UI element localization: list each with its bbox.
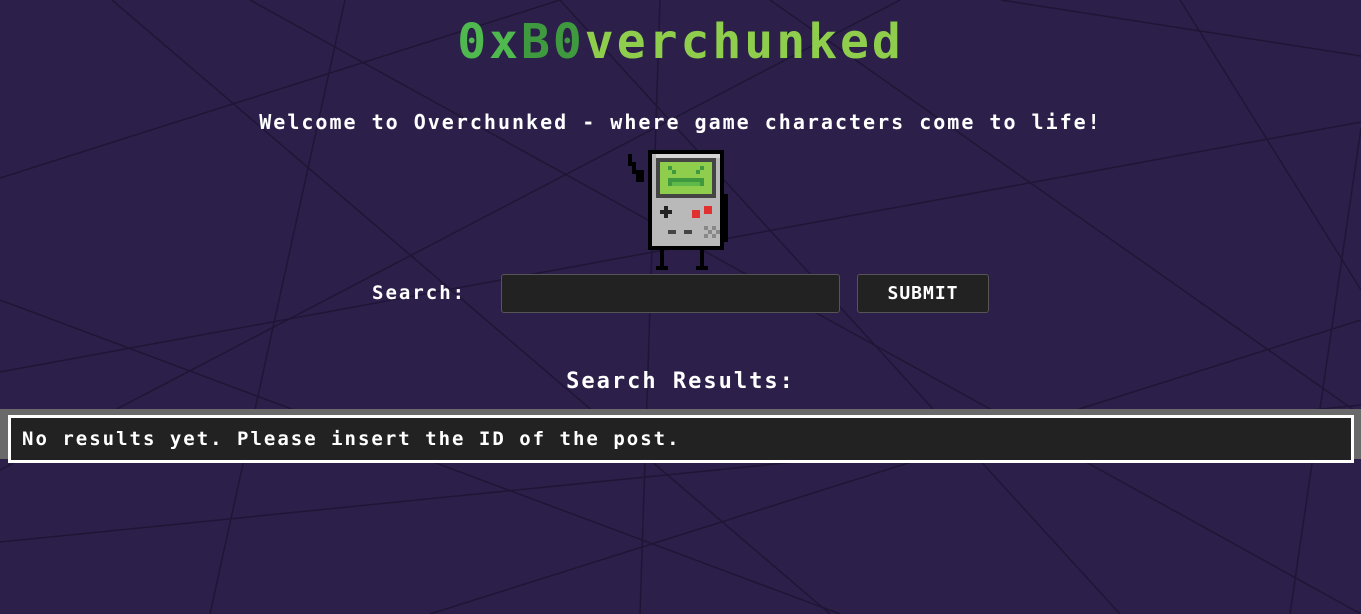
search-label: Search: bbox=[372, 282, 467, 304]
gameboy-mascot-icon bbox=[628, 150, 728, 270]
submit-button[interactable]: SUBMIT bbox=[857, 274, 989, 313]
title-part-3: verchunked bbox=[584, 14, 904, 70]
welcome-text: Welcome to Overchunked - where game char… bbox=[259, 110, 1102, 134]
search-form: Search: SUBMIT bbox=[0, 274, 1361, 314]
results-message: No results yet. Please insert the ID of … bbox=[8, 415, 1354, 463]
title-part-2: B0 bbox=[521, 14, 585, 70]
search-input[interactable] bbox=[501, 274, 840, 313]
page-title: 0xB0verchunked bbox=[0, 10, 1361, 74]
results-heading: Search Results: bbox=[566, 369, 795, 394]
title-part-1: 0x bbox=[457, 14, 521, 70]
